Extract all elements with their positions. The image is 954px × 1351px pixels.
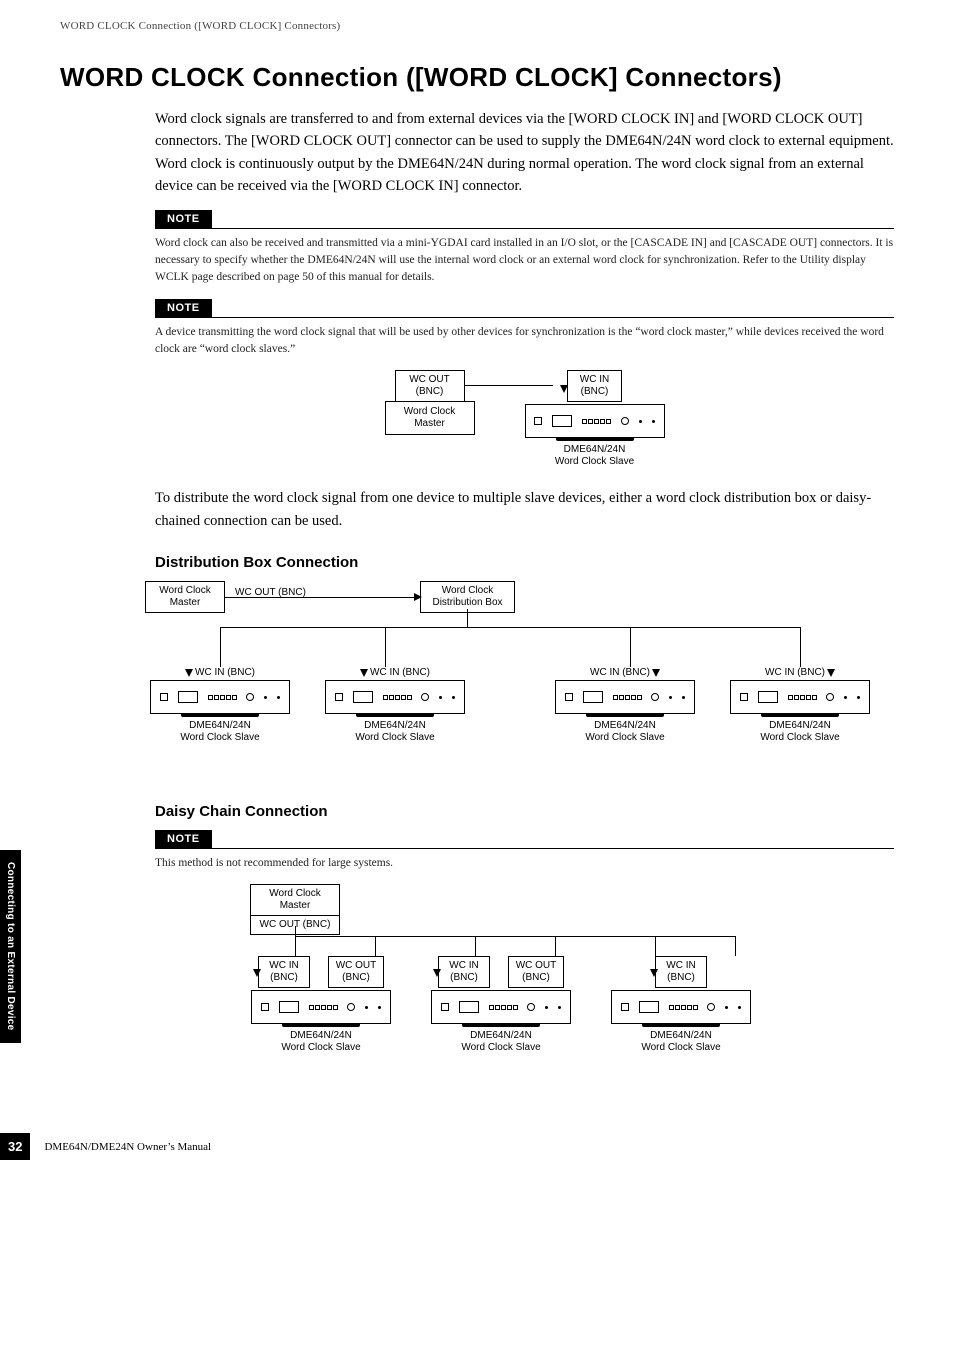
slave-label: Word Clock Slave — [555, 456, 634, 467]
wc-in-label: WC IN (BNC) — [765, 667, 825, 678]
slave-label: Word Clock Slave — [760, 732, 839, 743]
running-header: WORD CLOCK Connection ([WORD CLOCK] Conn… — [60, 20, 894, 32]
master-box: Word Clock Master — [250, 884, 340, 916]
diagram-distribution: Word Clock Master WC OUT (BNC) Word Cloc… — [145, 581, 894, 781]
note-block-3: NOTE This method is not recommended for … — [60, 830, 894, 872]
note-block-2: NOTE A device transmitting the word cloc… — [60, 299, 894, 359]
master-box: Word Clock Master — [145, 581, 225, 613]
note-body: This method is not recommended for large… — [155, 855, 894, 872]
device-label: DME64N/24N — [290, 1030, 352, 1041]
slave-label: Word Clock Slave — [180, 732, 259, 743]
wc-out-label: WC OUT(BNC) — [508, 956, 564, 988]
slave-label: Word Clock Slave — [281, 1042, 360, 1053]
device-label: DME64N/24N — [189, 720, 251, 731]
note-body: A device transmitting the word clock sig… — [155, 324, 894, 359]
intro-paragraph: Word clock signals are transferred to an… — [155, 108, 894, 198]
slave-label: Word Clock Slave — [355, 732, 434, 743]
wc-in-label: WC IN(BNC) — [258, 956, 310, 988]
subheading-distribution: Distribution Box Connection — [155, 554, 894, 571]
mid-paragraph: To distribute the word clock signal from… — [155, 487, 894, 532]
note-label: NOTE — [155, 299, 212, 317]
diagram-daisy: Word Clock Master WC OUT (BNC) WC IN(BNC… — [240, 884, 894, 1084]
note-label: NOTE — [155, 210, 212, 228]
device-icon — [150, 680, 290, 714]
wc-in-label: WC IN(BNC) — [655, 956, 707, 988]
wc-in-label: WC IN (BNC) — [590, 667, 650, 678]
subheading-daisy: Daisy Chain Connection — [155, 803, 894, 820]
device-icon — [525, 404, 665, 438]
device-icon — [555, 680, 695, 714]
page-number: 32 — [0, 1133, 30, 1160]
device-icon — [730, 680, 870, 714]
master-box: Word Clock Master — [385, 401, 475, 435]
wc-in-label: WC IN (BNC) — [195, 667, 255, 678]
page-footer: 32 DME64N/DME24N Owner’s Manual — [0, 1133, 211, 1160]
device-icon — [611, 990, 751, 1024]
device-label: DME64N/24N — [470, 1030, 532, 1041]
note-body: Word clock can also be received and tran… — [155, 235, 894, 287]
wc-out-label: WC OUT(BNC) — [395, 370, 465, 402]
slave-label: Word Clock Slave — [641, 1042, 720, 1053]
note-block-1: NOTE Word clock can also be received and… — [60, 210, 894, 287]
device-icon — [325, 680, 465, 714]
section-title: WORD CLOCK Connection ([WORD CLOCK] Conn… — [60, 62, 894, 93]
device-label: DME64N/24N — [564, 444, 626, 455]
device-label: DME64N/24N — [650, 1030, 712, 1041]
side-tab: Connecting to an External Device — [0, 850, 21, 1043]
wc-in-label: WC IN(BNC) — [567, 370, 622, 402]
device-icon — [251, 990, 391, 1024]
diagram-basic: WC OUT(BNC) Word Clock Master WC IN(BNC)… — [155, 370, 894, 467]
device-label: DME64N/24N — [594, 720, 656, 731]
wc-in-label: WC IN(BNC) — [438, 956, 490, 988]
note-label: NOTE — [155, 830, 212, 848]
wc-out-label: WC OUT(BNC) — [328, 956, 384, 988]
device-label: DME64N/24N — [364, 720, 426, 731]
footer-text: DME64N/DME24N Owner’s Manual — [44, 1141, 211, 1153]
device-label: DME64N/24N — [769, 720, 831, 731]
slave-label: Word Clock Slave — [585, 732, 664, 743]
slave-label: Word Clock Slave — [461, 1042, 540, 1053]
wc-in-label: WC IN (BNC) — [370, 667, 430, 678]
device-icon — [431, 990, 571, 1024]
